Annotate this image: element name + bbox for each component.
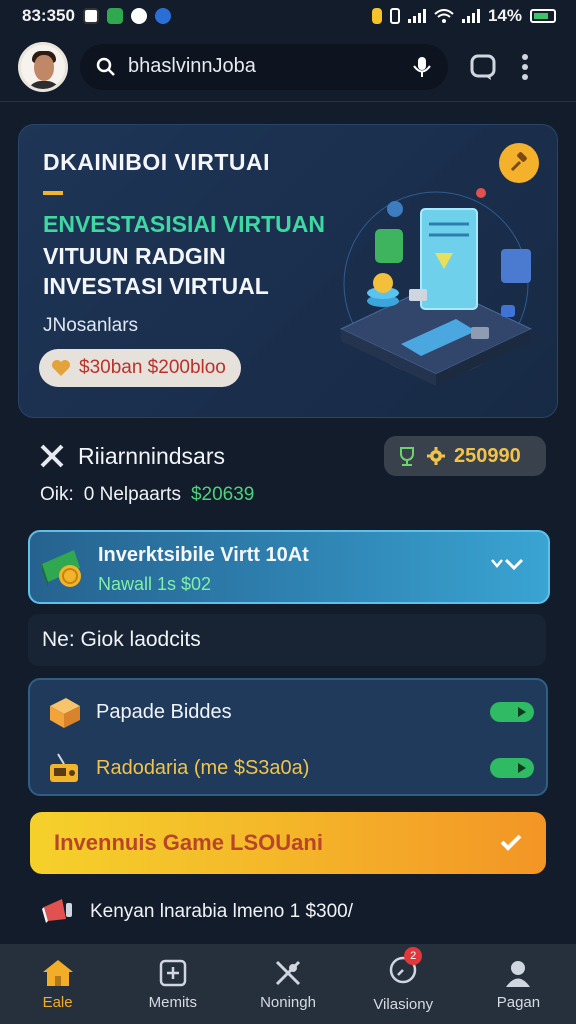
status-bar: 83:350 14%	[0, 0, 576, 32]
hero-pill-text: $30ban $200bloo	[79, 357, 226, 378]
hammer-icon	[510, 152, 527, 172]
nfc-icon	[371, 8, 382, 24]
add-square-icon	[159, 959, 187, 986]
search-icon	[96, 57, 115, 76]
status-left: 83:350	[22, 6, 171, 26]
product-toggle-1[interactable]	[490, 702, 534, 722]
hero-line-2: VITUUN RADGIN	[43, 243, 226, 269]
megaphone-icon	[42, 899, 72, 923]
nav-label-home: Eale	[42, 993, 73, 1011]
cash-icon	[42, 550, 81, 588]
gear-icon	[427, 447, 445, 465]
hero-line-3: INVESTASI VIRTUAL	[43, 273, 269, 299]
search-input[interactable]: bhaslvinnJoba	[128, 55, 400, 78]
game-banner-button[interactable]: Invennuis Game LSOUani	[30, 812, 546, 874]
rankings-badge[interactable]: 250990	[384, 436, 546, 476]
swords-icon	[275, 960, 301, 985]
hero-subtitle: JNosanlars	[43, 315, 139, 336]
nav-item-profile[interactable]: Pagan	[461, 944, 576, 1024]
balance-amount: $20639	[190, 484, 255, 505]
search-bar[interactable]: bhaslvinnJoba	[80, 43, 448, 90]
products-card: Papade Biddes Radodaria (me $S3a0a)	[28, 678, 548, 796]
rankings-label: Riiarnnindsars	[78, 442, 226, 469]
balance-label: 0 Nelpaarts	[83, 484, 181, 505]
home-icon	[42, 959, 73, 986]
status-time: 83:350	[22, 6, 75, 25]
notification-badge: 2	[404, 947, 423, 965]
more-vertical-icon	[522, 53, 528, 80]
invest-subtitle: Nawall 1s $02	[98, 574, 212, 594]
hero-price-pill[interactable]: $30ban $200bloo	[39, 349, 241, 387]
section-header: Ne: Giok laodcits	[28, 614, 546, 666]
chevron-down-icon[interactable]	[490, 554, 524, 574]
nav-item-home[interactable]: Eale	[0, 944, 115, 1024]
nav-label-markets: Memits	[148, 993, 197, 1011]
status-right: 14%	[371, 6, 556, 26]
product-toggle-2[interactable]	[490, 758, 534, 778]
product-row-2[interactable]: Radodaria (me $S3a0a)	[46, 748, 534, 788]
rankings-row[interactable]: Riiarnnindsars 250990	[38, 436, 546, 476]
bottom-nav: Eale Memits Noningh 2 Vilasiony Pagan	[0, 944, 576, 1024]
nav-label-history: Vilasiony	[373, 996, 434, 1013]
game-banner-label: Invennuis Game LSOUani	[54, 830, 323, 855]
invest-card[interactable]: Inverktsibile Virtt 10At Nawall 1s $02	[28, 530, 550, 604]
hero-accent-line: ENVESTASISIAI VIRTUAN	[43, 211, 325, 237]
check-notification-icon	[130, 8, 147, 24]
app-header: bhaslvinnJoba	[0, 32, 576, 102]
app-notification-icon	[106, 8, 123, 24]
messenger-notification-icon	[154, 8, 171, 24]
nav-label-profile: Pagan	[496, 993, 541, 1011]
battery-icon	[530, 9, 556, 23]
section-title: Ne: Giok laodcits	[42, 628, 201, 651]
hero-banner[interactable]: DKAINIBOI VIRTUAI ENVESTASISIAI VIRTUAN …	[18, 124, 558, 418]
user-icon	[506, 960, 531, 987]
box-icon	[50, 698, 80, 728]
info-row[interactable]: Kenyan lnarabia lmeno 1 $300/	[40, 894, 540, 930]
nav-item-trading[interactable]: Noningh	[230, 944, 345, 1024]
radio-icon	[50, 753, 78, 782]
wifi-icon	[434, 9, 454, 23]
rankings-value: 250990	[454, 444, 521, 467]
check-icon	[500, 834, 522, 851]
product-label-1: Papade Biddes	[96, 700, 232, 723]
balance-prefix: Oik:	[40, 484, 74, 505]
avatar[interactable]	[18, 41, 68, 92]
chat-icon	[470, 54, 496, 80]
signal-icon	[407, 9, 426, 23]
invest-title: Inverktsibile Virtt 10At	[98, 544, 309, 566]
chat-button[interactable]	[466, 50, 500, 84]
info-label: Kenyan lnarabia lmeno 1 $300/	[90, 901, 354, 922]
mute-icon	[389, 8, 400, 24]
heart-icon	[52, 360, 70, 376]
microphone-icon[interactable]	[412, 55, 432, 79]
server-illustration	[339, 188, 533, 386]
nav-item-history[interactable]: 2 Vilasiony	[346, 944, 461, 1024]
tools-icon	[40, 444, 64, 468]
gallery-notification-icon	[82, 8, 99, 24]
product-label-2: Radodaria (me $S3a0a)	[96, 756, 310, 779]
balance-row: Oik: 0 Nelpaarts $20639	[40, 484, 254, 506]
trophy-icon	[400, 447, 414, 466]
battery-percent: 14%	[487, 6, 522, 25]
signal-icon-2	[461, 9, 480, 23]
hero-action-button[interactable]	[499, 143, 539, 183]
nav-label-trading: Noningh	[260, 993, 316, 1011]
product-row-1[interactable]: Papade Biddes	[46, 692, 534, 732]
hero-divider	[43, 191, 63, 195]
more-menu-button[interactable]	[508, 50, 542, 84]
nav-item-markets[interactable]: Memits	[115, 944, 230, 1024]
hero-title: DKAINIBOI VIRTUAI	[43, 149, 270, 175]
